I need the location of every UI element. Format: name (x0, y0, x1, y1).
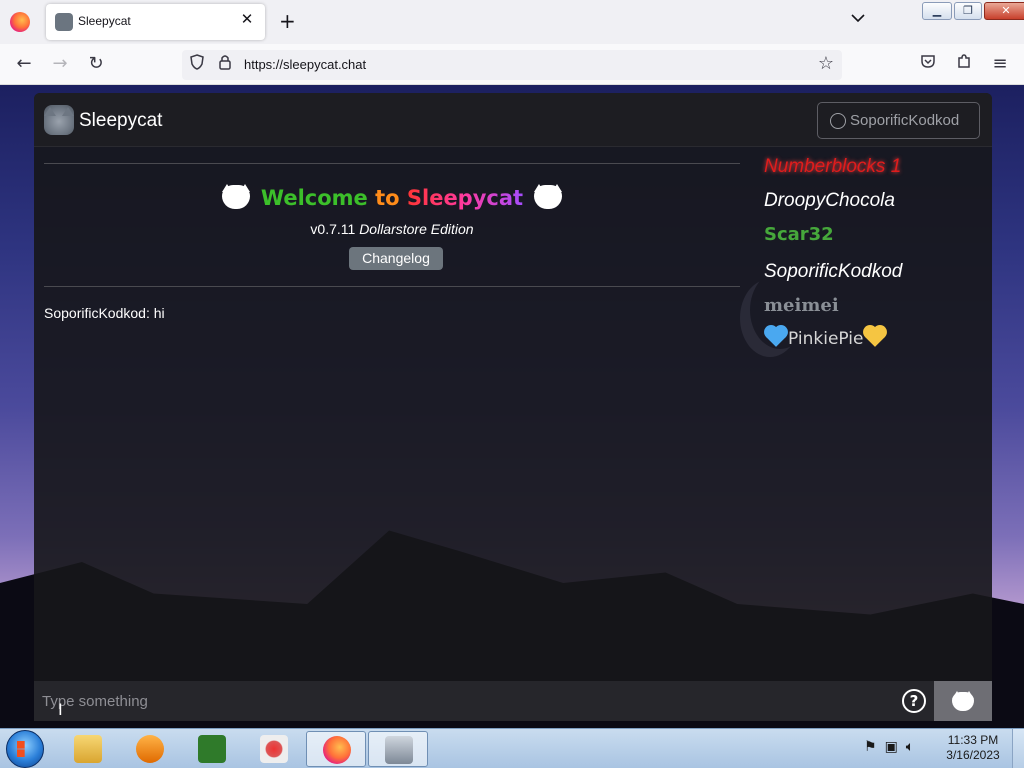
browser-tab-bar: Sleepycat ✕ + ▁ ❐ ✕ (0, 0, 1024, 44)
cat-face-icon (952, 691, 974, 711)
firefox-icon (323, 736, 351, 764)
firefox-logo-icon[interactable] (10, 12, 30, 32)
back-arrow-icon[interactable]: ← (12, 52, 36, 76)
reload-icon[interactable]: ↻ (84, 52, 108, 76)
scissors-icon (260, 735, 288, 763)
sleepycat-logo-icon (44, 105, 74, 135)
chess-icon (385, 736, 413, 764)
user-list-item[interactable]: Scar32 (764, 224, 834, 245)
user-list-item[interactable]: DroopyChocola (764, 190, 895, 212)
volume-icon[interactable]: 🔈︎ (906, 739, 914, 755)
user-list-item[interactable]: meimei (764, 295, 839, 316)
pocket-icon[interactable] (916, 52, 940, 76)
help-icon[interactable]: ? (902, 689, 926, 713)
taskbar-csharp[interactable] (182, 731, 242, 767)
to-word: to (375, 186, 400, 210)
taskbar-chess[interactable] (368, 731, 428, 767)
window-close-button[interactable]: ✕ (984, 2, 1024, 20)
changelog-button[interactable]: Changelog (349, 247, 443, 270)
show-desktop-button[interactable] (1012, 729, 1024, 768)
network-icon[interactable]: ▣ (885, 739, 898, 755)
divider-bottom (44, 286, 740, 287)
message-input-bar: ? (34, 681, 992, 721)
url-bar[interactable]: https://sleepycat.chat (182, 50, 842, 80)
yellow-heart-icon (865, 327, 886, 347)
app-header: Sleepycat SoporificKodkod (34, 93, 992, 147)
app-title: Sleepycat (79, 110, 163, 131)
url-text[interactable]: https://sleepycat.chat (244, 57, 366, 72)
cat-face-icon (534, 184, 563, 209)
flag-icon[interactable]: ⚑ (864, 739, 877, 755)
folder-icon (74, 735, 102, 763)
chat-message: SoporificKodkod: hi (44, 305, 165, 321)
extensions-puzzle-icon[interactable] (952, 52, 976, 76)
list-all-tabs-chevron-down-icon[interactable] (851, 12, 865, 26)
tracking-shield-icon[interactable] (190, 54, 204, 77)
welcome-banner: Welcome to Sleepycat (44, 184, 740, 210)
window-maximize-button[interactable]: ❐ (954, 2, 982, 20)
lock-icon[interactable] (219, 54, 231, 77)
clock-time: 11:33 PM (947, 733, 999, 747)
new-tab-button[interactable]: + (279, 9, 296, 33)
system-tray: ⚑ ▣ 🔈︎ (864, 739, 914, 755)
blue-heart-icon (766, 327, 786, 347)
windows-taskbar: ⚑ ▣ 🔈︎ 11:33 PM 3/16/2023 (0, 728, 1024, 768)
user-list-item[interactable]: SoporificKodkod (764, 261, 902, 283)
user-circle-icon (830, 113, 846, 129)
cat-face-icon (221, 184, 250, 209)
tab-close-button[interactable]: ✕ (237, 10, 257, 28)
user-name: PinkiePie (788, 329, 864, 349)
edition-name: Dollarstore Edition (359, 221, 474, 237)
send-button[interactable] (934, 681, 992, 721)
taskbar-explorer[interactable] (58, 731, 118, 767)
taskbar-snipping-tool[interactable] (244, 731, 304, 767)
sleepycat-word: Sleepycat (406, 186, 524, 210)
text-cursor-icon: I (58, 700, 63, 719)
browser-tab[interactable]: Sleepycat ✕ (46, 4, 265, 40)
csharp-icon (198, 735, 226, 763)
taskbar-clock[interactable]: 11:33 PM 3/16/2023 (940, 733, 1006, 763)
version-line: v0.7.11 Dollarstore Edition (44, 221, 740, 237)
chat-app-window: Sleepycat SoporificKodkod Welcome to Sle… (34, 93, 992, 681)
user-list-item[interactable]: Numberblocks 1 (764, 156, 901, 178)
forward-arrow-icon[interactable]: → (48, 52, 72, 76)
user-account-label: SoporificKodkod (850, 112, 960, 129)
user-list-item-pinkiepie[interactable]: PinkiePie (764, 327, 887, 349)
divider-top (44, 163, 740, 164)
user-account-button[interactable]: SoporificKodkod (817, 102, 980, 139)
media-player-icon (136, 735, 164, 763)
browser-nav-bar: ← → ↻ https://sleepycat.chat ☆ ≡ (0, 44, 1024, 85)
tab-title: Sleepycat (78, 14, 131, 28)
version-number: v0.7.11 (310, 221, 356, 237)
clock-date: 3/16/2023 (946, 748, 1000, 762)
taskbar-media-player[interactable] (120, 731, 180, 767)
menu-hamburger-icon[interactable]: ≡ (988, 52, 1012, 76)
start-button[interactable] (6, 730, 44, 768)
welcome-word: Welcome (260, 186, 368, 210)
taskbar-firefox[interactable] (306, 731, 366, 767)
window-minimize-button[interactable]: ▁ (922, 2, 952, 20)
cat-favicon-icon (55, 13, 73, 31)
message-input[interactable] (42, 689, 892, 713)
bookmark-star-icon[interactable]: ☆ (814, 52, 838, 76)
